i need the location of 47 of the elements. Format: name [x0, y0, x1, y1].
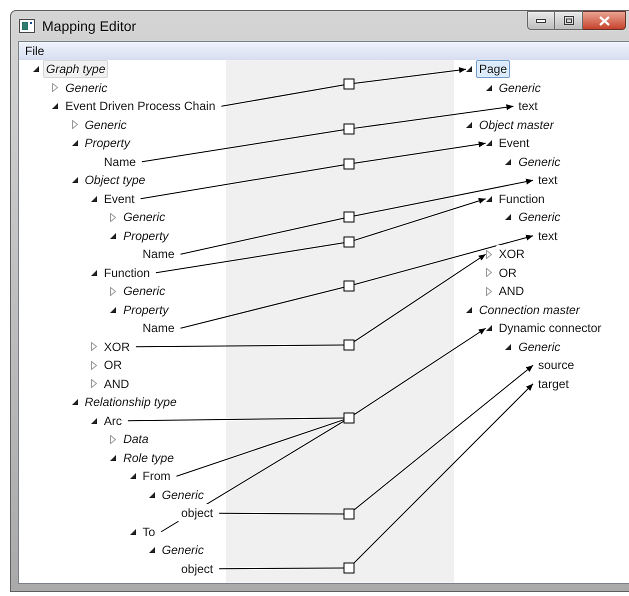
expanded-triangle-icon[interactable]	[90, 196, 97, 202]
tree-item[interactable]: Graph type	[43, 60, 108, 78]
expanded-triangle-icon[interactable]	[486, 196, 492, 202]
collapsed-triangle-icon[interactable]	[110, 286, 116, 296]
minimize-button[interactable]	[527, 11, 555, 30]
expanded-triangle-icon[interactable]	[110, 232, 116, 239]
collapsed-triangle-icon[interactable]	[110, 434, 116, 444]
expanded-triangle-icon[interactable]	[110, 306, 116, 313]
expanded-triangle-icon[interactable]	[90, 418, 97, 424]
collapsed-triangle-icon[interactable]	[72, 120, 78, 130]
expanded-triangle-icon[interactable]	[33, 66, 39, 72]
collapsed-triangle-icon[interactable]	[110, 212, 116, 222]
expanded-triangle-icon[interactable]	[505, 158, 512, 165]
collapsed-triangle-icon[interactable]	[486, 250, 492, 259]
expanded-triangle-icon[interactable]	[466, 306, 472, 313]
collapsed-triangle-icon[interactable]	[52, 83, 58, 92]
expanded-triangle-icon[interactable]	[90, 270, 97, 276]
tree-item[interactable]: Page	[476, 60, 510, 78]
window-icon	[19, 19, 35, 33]
expanded-triangle-icon[interactable]	[148, 547, 155, 554]
expanded-triangle-icon[interactable]	[130, 473, 136, 480]
expanded-triangle-icon[interactable]	[486, 140, 492, 146]
collapsed-triangle-icon[interactable]	[486, 268, 492, 278]
minimize-icon	[536, 18, 546, 22]
expanded-triangle-icon[interactable]	[505, 344, 512, 350]
expanded-triangle-icon[interactable]	[130, 528, 136, 535]
collapsed-triangle-icon[interactable]	[90, 379, 97, 388]
menu-item[interactable]: File	[19, 42, 50, 60]
expanded-triangle-icon[interactable]	[52, 103, 58, 110]
expanded-triangle-icon[interactable]	[505, 214, 512, 220]
expanded-triangle-icon[interactable]	[486, 84, 492, 91]
expanded-triangle-icon[interactable]	[148, 492, 155, 498]
expanded-triangle-icon[interactable]	[72, 177, 78, 184]
expanded-triangle-icon[interactable]	[466, 66, 472, 72]
expanded-triangle-icon[interactable]	[486, 325, 492, 332]
maximize-button[interactable]	[555, 11, 583, 30]
collapsed-triangle-icon[interactable]	[90, 342, 97, 352]
expanded-triangle-icon[interactable]	[72, 140, 78, 146]
close-button[interactable]	[583, 11, 626, 30]
collapsed-triangle-icon[interactable]	[90, 360, 97, 370]
expanded-triangle-icon[interactable]	[72, 399, 78, 406]
expanded-triangle-icon[interactable]	[466, 122, 472, 128]
close-icon	[598, 16, 610, 26]
expanded-triangle-icon[interactable]	[110, 454, 116, 461]
window-title: Mapping Editor	[42, 16, 136, 36]
collapsed-triangle-icon[interactable]	[486, 286, 492, 296]
maximize-icon	[564, 16, 574, 25]
